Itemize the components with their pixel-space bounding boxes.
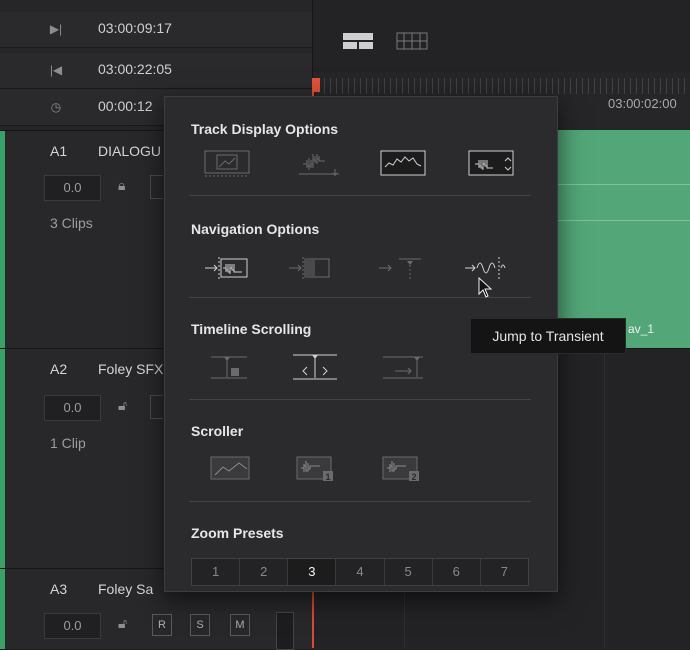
section-divider bbox=[189, 195, 531, 196]
zoom-preset-5[interactable]: 5 bbox=[385, 559, 433, 585]
scroller-waveform-2-icon[interactable]: 2 bbox=[381, 453, 429, 483]
ruler-ticks bbox=[318, 78, 690, 94]
section-divider bbox=[189, 501, 531, 502]
track-name[interactable]: DIALOGU bbox=[98, 143, 161, 159]
track-clip-count: 3 Clips bbox=[50, 215, 93, 231]
zoom-preset-7[interactable]: 7 bbox=[481, 559, 528, 585]
clip-name: av_1 bbox=[628, 322, 655, 336]
section-title-scroller: Scroller bbox=[191, 423, 244, 439]
scroller-video-icon[interactable] bbox=[209, 453, 257, 483]
skip-back-icon[interactable]: |◀︎ bbox=[48, 62, 64, 78]
scroller-waveform-1-icon[interactable]: 1 bbox=[295, 453, 343, 483]
track-button-partial[interactable] bbox=[150, 395, 163, 419]
zoom-preset-4[interactable]: 4 bbox=[336, 559, 385, 585]
play-to-end-icon[interactable]: ▶︎| bbox=[48, 21, 64, 37]
grid-line bbox=[604, 348, 605, 648]
track-volume-field[interactable]: 0.0 bbox=[44, 395, 101, 421]
svg-text:2: 2 bbox=[411, 472, 416, 482]
record-arm-button[interactable]: R bbox=[152, 614, 172, 636]
grid-view-icon[interactable] bbox=[396, 32, 428, 50]
mouse-pointer-icon bbox=[478, 276, 494, 299]
track-volume-field[interactable]: 0.0 bbox=[44, 175, 101, 201]
scrolling-page-icon[interactable] bbox=[379, 351, 427, 381]
track-id: A3 bbox=[50, 581, 68, 597]
track-color-stripe bbox=[0, 569, 5, 649]
track-volume-field[interactable]: 0.0 bbox=[44, 613, 101, 639]
track-color-stripe bbox=[0, 349, 5, 569]
clock-icon[interactable]: ◷ bbox=[48, 99, 64, 115]
track-display-waveform-icon[interactable] bbox=[295, 149, 343, 179]
track-button-partial[interactable] bbox=[150, 175, 163, 199]
section-divider bbox=[189, 399, 531, 400]
clip-divider bbox=[556, 184, 690, 185]
track-level-meter bbox=[276, 612, 294, 650]
track-display-full-waveform-icon[interactable] bbox=[379, 149, 427, 179]
track-clip-count: 1 Clip bbox=[50, 435, 86, 451]
section-title-zoom-presets: Zoom Presets bbox=[191, 525, 284, 541]
tooltip: Jump to Transient bbox=[470, 318, 626, 354]
section-title-timeline-scrolling: Timeline Scrolling bbox=[191, 321, 312, 337]
scrolling-center-icon[interactable] bbox=[291, 351, 339, 381]
clip-divider bbox=[556, 220, 690, 221]
ruler-timecode: 03:00:02:00 bbox=[608, 96, 677, 111]
lock-icon[interactable]: 🔒︎ bbox=[118, 177, 125, 194]
track-view-icon[interactable] bbox=[342, 32, 374, 50]
svg-text:1: 1 bbox=[325, 472, 330, 482]
section-title-track-display: Track Display Options bbox=[191, 121, 339, 137]
timecode-value: 00:00:12 bbox=[98, 98, 153, 114]
navigation-jump-to-start-icon[interactable] bbox=[203, 253, 251, 283]
track-color-stripe bbox=[0, 131, 5, 349]
track-display-video-icon[interactable] bbox=[203, 149, 251, 179]
zoom-preset-3[interactable]: 3 bbox=[288, 559, 337, 585]
audio-clip[interactable] bbox=[556, 130, 690, 348]
scrolling-locked-icon[interactable] bbox=[207, 351, 255, 381]
solo-button[interactable]: S bbox=[190, 614, 210, 636]
playhead-handle[interactable] bbox=[312, 78, 320, 92]
track-name[interactable]: Foley SFX bbox=[98, 361, 163, 377]
timecode-value: 03:00:22:05 bbox=[98, 61, 172, 77]
zoom-preset-1[interactable]: 1 bbox=[192, 559, 241, 585]
timecode-row-1: ▶︎| 03:00:09:17 bbox=[0, 12, 312, 48]
track-display-expand-waveform-icon[interactable] bbox=[467, 149, 515, 179]
timecode-row-2: |◀︎ 03:00:22:05 bbox=[0, 53, 312, 89]
mute-button[interactable]: M bbox=[230, 614, 250, 636]
zoom-preset-6[interactable]: 6 bbox=[433, 559, 481, 585]
lock-icon[interactable]: 🔓︎ bbox=[118, 397, 127, 414]
timecode-value: 03:00:09:17 bbox=[98, 20, 172, 36]
lock-icon[interactable]: 🔓︎ bbox=[118, 615, 127, 632]
zoom-presets-bar: 1 2 3 4 5 6 7 bbox=[191, 558, 529, 586]
navigation-jump-to-clip-icon[interactable] bbox=[287, 253, 335, 283]
track-id: A1 bbox=[50, 143, 68, 159]
navigation-jump-to-marker-icon[interactable] bbox=[377, 253, 425, 283]
zoom-preset-2[interactable]: 2 bbox=[240, 559, 289, 585]
section-title-navigation: Navigation Options bbox=[191, 221, 320, 237]
track-id: A2 bbox=[50, 361, 68, 377]
track-name[interactable]: Foley Sa bbox=[98, 581, 153, 597]
